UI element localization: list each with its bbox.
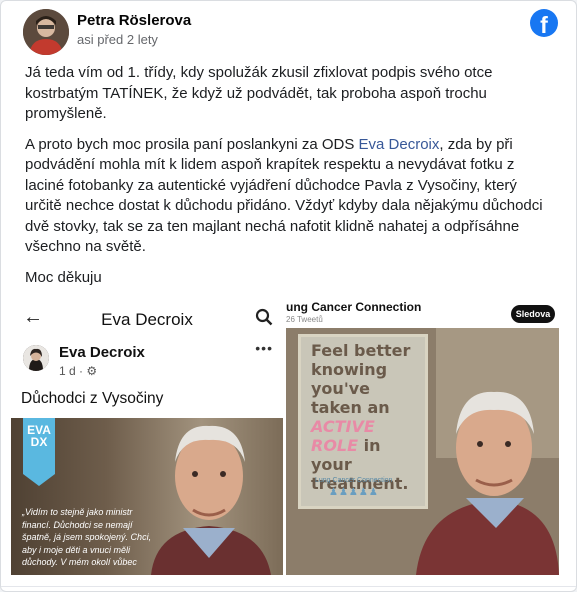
screenshot-topbar: ← Eva Decroix bbox=[11, 300, 283, 336]
photo-quote: „Vidím to stejně jako ministr financí. D… bbox=[22, 507, 152, 567]
screenshot-meta: 1 d · ⚙ bbox=[59, 364, 98, 378]
screenshot-avatar bbox=[23, 345, 49, 371]
quote-text-start: Feel better knowing you've taken an bbox=[311, 341, 411, 417]
screenshot-caption: Důchodci z Vysočiny bbox=[21, 390, 164, 407]
follow-button: Sledova bbox=[511, 305, 555, 323]
screenshot-title: Eva Decroix bbox=[101, 310, 193, 329]
post-paragraph-2: A proto bych moc prosila paní poslankyni… bbox=[25, 135, 545, 258]
post-paragraph-3: Moc děkuju bbox=[25, 268, 102, 286]
post-body: Já teda vím od 1. třídy, kdy spolužák zk… bbox=[25, 63, 545, 298]
post-header: Petra Röslerova asi před 2 lety f bbox=[13, 9, 566, 59]
quote-panel: Feel better knowing you've taken an ACTI… bbox=[298, 334, 428, 509]
author-avatar[interactable] bbox=[23, 9, 69, 55]
original-header: ung Cancer Connection 26 Tweetů Sledova bbox=[286, 300, 559, 328]
account-title: ung Cancer Connection bbox=[286, 300, 422, 314]
left-screenshot-image[interactable]: ← Eva Decroix Eva Decroix 1 d · ⚙ ••• Dů… bbox=[11, 300, 283, 575]
post-paragraph-2-end: , zda by při podvádění mohla mít k lidem… bbox=[25, 135, 543, 256]
more-dots-icon: ••• bbox=[255, 340, 273, 356]
people-icon: ♟♟♟♟♟ bbox=[329, 487, 379, 498]
quote-text: Feel better knowing you've taken an ACTI… bbox=[311, 341, 421, 493]
facebook-post-card: Petra Röslerova asi před 2 lety f Já ted… bbox=[0, 0, 577, 592]
brand-label: Lung Cancer Connection bbox=[315, 477, 393, 484]
right-original-image[interactable]: ung Cancer Connection 26 Tweetů Sledova … bbox=[286, 300, 559, 575]
search-icon bbox=[255, 308, 273, 326]
eva-dx-badge: EVA DX bbox=[23, 418, 55, 474]
post-paragraph-1: Já teda vím od 1. třídy, kdy spolužák zk… bbox=[25, 64, 493, 122]
badge-point bbox=[23, 474, 55, 486]
screenshot-author: Eva Decroix bbox=[59, 344, 145, 361]
post-divider bbox=[1, 586, 576, 587]
screenshot-post-row: Eva Decroix 1 d · ⚙ ••• Důchodci z Vysoč… bbox=[11, 338, 283, 420]
post-paragraph-2-start: A proto bych moc prosila paní poslankyni… bbox=[25, 135, 359, 153]
elderly-man-photo: EVA DX „Vidím to stejně jako ministr fin… bbox=[11, 418, 283, 575]
post-images[interactable]: ← Eva Decroix Eva Decroix 1 d · ⚙ ••• Dů… bbox=[11, 300, 559, 575]
tweet-count: 26 Tweetů bbox=[286, 315, 323, 324]
post-timestamp[interactable]: asi před 2 lety bbox=[77, 32, 158, 47]
author-name[interactable]: Petra Röslerova bbox=[77, 12, 191, 29]
mention-link[interactable]: Eva Decroix bbox=[359, 136, 440, 153]
facebook-logo-icon: f bbox=[530, 9, 558, 37]
